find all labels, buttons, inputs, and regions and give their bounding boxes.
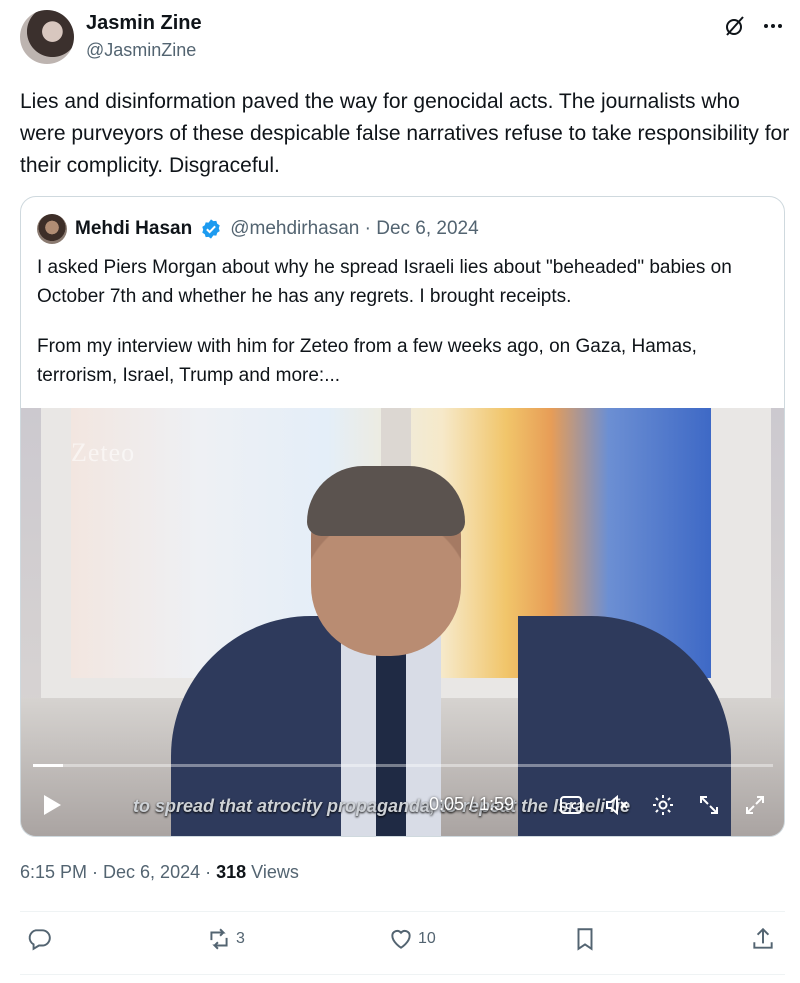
retweet-count: 3 bbox=[236, 930, 245, 947]
quoted-text: I asked Piers Morgan about why he spread… bbox=[37, 253, 772, 411]
retweet-icon bbox=[210, 928, 228, 950]
quoted-tweet[interactable]: Mehdi Hasan @mehdirhasan · Dec 6, 2024 I… bbox=[20, 196, 785, 837]
divider bbox=[20, 911, 785, 912]
quoted-author-name: Mehdi Hasan bbox=[75, 218, 193, 239]
retweet-button[interactable]: 3 bbox=[206, 926, 245, 952]
video-controls: to spread that atrocity propaganda, to r… bbox=[21, 780, 784, 832]
more-icon[interactable] bbox=[761, 14, 785, 38]
tweet-header: Jasmin Zine @JasminZine bbox=[20, 10, 785, 66]
divider bbox=[20, 974, 785, 975]
tweet-time[interactable]: 6:15 PM · Dec 6, 2024 · bbox=[20, 862, 216, 882]
video-player[interactable]: Zeteo to spread that atrocity propaganda… bbox=[21, 408, 784, 836]
svg-text:CC: CC bbox=[565, 802, 577, 811]
captions-icon[interactable]: CC bbox=[556, 790, 586, 820]
tweet-timestamp: 6:15 PM · Dec 6, 2024 · 318 Views bbox=[20, 862, 299, 883]
action-bar: 3 10 bbox=[20, 926, 785, 962]
video-watermark-logo: Zeteo bbox=[71, 438, 136, 467]
fullscreen-icon[interactable] bbox=[740, 790, 770, 820]
header-icons bbox=[723, 14, 785, 38]
quoted-paragraph: From my interview with him for Zeteo fro… bbox=[37, 336, 697, 386]
verified-badge-icon bbox=[202, 219, 220, 239]
play-button[interactable] bbox=[37, 790, 67, 820]
like-count: 10 bbox=[418, 930, 436, 947]
mute-icon[interactable] bbox=[602, 790, 632, 820]
bookmark-icon bbox=[577, 928, 593, 951]
pip-icon[interactable] bbox=[694, 790, 724, 820]
grok-icon[interactable] bbox=[723, 14, 747, 38]
video-progress-bar[interactable] bbox=[33, 764, 773, 767]
bookmark-button[interactable] bbox=[572, 926, 598, 952]
tweet-text: Lies and disinformation paved the way fo… bbox=[20, 90, 790, 177]
heart-icon bbox=[391, 929, 411, 949]
quoted-meta: @mehdirhasan · Dec 6, 2024 bbox=[230, 218, 479, 239]
video-control-icons: CC bbox=[556, 790, 770, 820]
author-avatar[interactable] bbox=[20, 10, 74, 64]
reply-button[interactable] bbox=[26, 926, 56, 952]
settings-icon[interactable] bbox=[648, 790, 678, 820]
like-button[interactable]: 10 bbox=[388, 926, 436, 952]
share-icon bbox=[753, 927, 773, 949]
reply-icon bbox=[28, 929, 51, 951]
video-progress-fill bbox=[33, 764, 63, 767]
views-count: 318 bbox=[216, 862, 247, 882]
author-handle[interactable]: @JasminZine bbox=[86, 40, 196, 61]
share-button[interactable] bbox=[750, 926, 776, 952]
video-time: 0:05 / 1:59 bbox=[429, 794, 515, 814]
play-icon bbox=[44, 795, 61, 815]
quoted-tweet-header: Mehdi Hasan @mehdirhasan · Dec 6, 2024 bbox=[37, 214, 479, 244]
author-name[interactable]: Jasmin Zine bbox=[86, 12, 202, 35]
views-label: Views bbox=[246, 862, 299, 882]
quoted-author-avatar bbox=[37, 214, 67, 244]
quoted-paragraph: I asked Piers Morgan about why he spread… bbox=[37, 257, 732, 307]
